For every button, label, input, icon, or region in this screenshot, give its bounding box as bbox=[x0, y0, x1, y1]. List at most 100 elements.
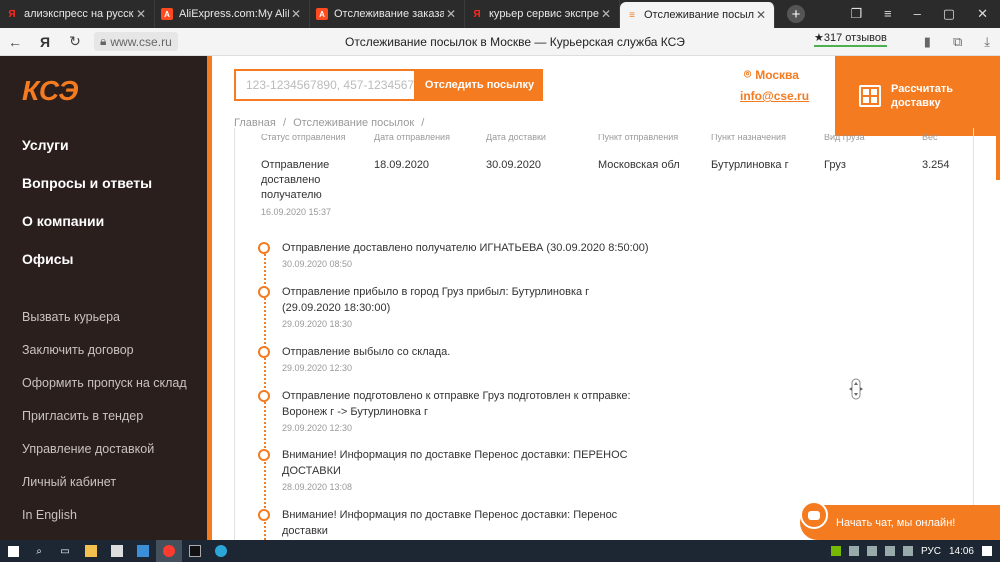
col-delivery-date: Дата доставки bbox=[486, 134, 546, 142]
nav-item-offices[interactable]: Офисы bbox=[22, 250, 152, 288]
url-text: www.cse.ru bbox=[110, 34, 172, 49]
track-parcel-button[interactable]: Отследить посылку bbox=[416, 69, 543, 101]
nvidia-icon[interactable] bbox=[830, 546, 841, 556]
search-icon[interactable]: ⌕ bbox=[26, 540, 52, 562]
tracking-timeline: Отправление доставлено получателю ИГНАТЬ… bbox=[258, 240, 678, 539]
keyboard-layout[interactable]: РУС bbox=[921, 546, 941, 557]
aliexpress-icon: A bbox=[161, 8, 173, 20]
timeline-event: Отправление выбыло со склада. 29.09.2020… bbox=[258, 344, 678, 388]
nav-item-faq[interactable]: Вопросы и ответы bbox=[22, 174, 152, 212]
cse-icon: ≡ bbox=[629, 9, 635, 21]
yandex-browser-icon[interactable] bbox=[156, 540, 182, 562]
browser-tab[interactable]: Я алиэкспресс на русском ✕ bbox=[0, 0, 155, 28]
calc-button-label: Рассчитать доставку bbox=[891, 83, 954, 109]
store-icon[interactable] bbox=[104, 540, 130, 562]
maximize-icon[interactable]: ▢ bbox=[943, 6, 955, 22]
col-destination: Пункт назначения bbox=[711, 134, 786, 142]
close-icon[interactable]: ✕ bbox=[134, 7, 148, 21]
bookmark-icon[interactable]: ▮ bbox=[924, 34, 931, 50]
location-pin-icon: ⌾ bbox=[744, 67, 752, 81]
microphone-icon[interactable] bbox=[884, 546, 895, 556]
event-text: Отправление доставлено получателю ИГНАТЬ… bbox=[282, 242, 649, 254]
calculate-delivery-button[interactable]: Рассчитать доставку bbox=[835, 56, 1000, 136]
close-icon[interactable]: ✕ bbox=[754, 8, 768, 22]
nav-item-services[interactable]: Услуги bbox=[22, 136, 152, 174]
task-view-icon[interactable]: ▭ bbox=[52, 540, 78, 562]
battery-icon[interactable] bbox=[848, 546, 859, 556]
address-bar: ← Я ↻ 🔒︎ www.cse.ru Отслеживание посылок… bbox=[0, 28, 1000, 56]
timeline-dot-icon bbox=[258, 346, 270, 358]
new-tab-button[interactable]: + bbox=[787, 5, 805, 23]
city-label: Москва bbox=[755, 67, 799, 82]
app-icon[interactable] bbox=[182, 540, 208, 562]
nav-item-tender[interactable]: Пригласить в тендер bbox=[22, 407, 197, 426]
event-text: Внимание! Информация по доставке Перенос… bbox=[282, 509, 618, 537]
cell-weight: 3.254 bbox=[922, 159, 950, 171]
clock[interactable]: 14:06 bbox=[949, 546, 974, 557]
extensions-icon[interactable]: ⧉ bbox=[953, 34, 962, 50]
browser-tab[interactable]: Я курьер сервис экспресс ✕ bbox=[465, 0, 620, 28]
file-explorer-icon[interactable] bbox=[78, 540, 104, 562]
reload-icon[interactable]: ↻ bbox=[60, 33, 90, 50]
timeline-event: Отправление подготовлено к отправке Груз… bbox=[258, 388, 678, 447]
volume-icon[interactable] bbox=[902, 546, 913, 556]
col-sent-date: Дата отправления bbox=[374, 134, 450, 142]
back-icon[interactable]: ← bbox=[0, 34, 30, 50]
system-tray: РУС 14:06 bbox=[830, 546, 1000, 557]
timeline-event: Внимание! Информация по доставке Перенос… bbox=[258, 447, 678, 507]
col-weight: Вес bbox=[922, 134, 938, 142]
nav-item-english[interactable]: In English bbox=[22, 506, 197, 525]
aliexpress-icon: A bbox=[316, 8, 328, 20]
sub-nav: Вызвать курьера Заключить договор Оформи… bbox=[22, 308, 197, 539]
tracking-number-input[interactable]: 123-1234567890, 457-123456789 bbox=[234, 69, 416, 101]
event-date: 29.09.2020 12:30 bbox=[282, 363, 353, 373]
cse-logo[interactable]: КСЭ bbox=[22, 76, 122, 106]
page-title: Отслеживание посылок в Москве — Курьерск… bbox=[345, 35, 685, 49]
tab-title: AliExpress.com:My AliExpress bbox=[179, 8, 289, 20]
yandex-home-icon[interactable]: Я bbox=[30, 34, 60, 50]
tab-title: курьер сервис экспресс bbox=[489, 8, 599, 20]
cell-delivery-date: 30.09.2020 bbox=[486, 159, 542, 171]
close-icon[interactable]: ✕ bbox=[289, 7, 303, 21]
col-status: Статус отправления bbox=[261, 134, 346, 142]
mail-icon[interactable] bbox=[130, 540, 156, 562]
chat-button[interactable]: Начать чат, мы онлайн! bbox=[800, 501, 1000, 540]
tab-title: алиэкспресс на русском bbox=[24, 8, 134, 20]
reviews-badge[interactable]: ★317 отзывов bbox=[814, 31, 887, 47]
windows-taskbar: ⌕ ▭ РУС 14:06 bbox=[0, 540, 1000, 562]
network-icon[interactable] bbox=[866, 546, 877, 556]
close-window-icon[interactable]: ✕ bbox=[977, 6, 988, 22]
event-date: 28.09.2020 13:08 bbox=[282, 482, 353, 492]
browser-tab[interactable]: A AliExpress.com:My AliExpress ✕ bbox=[155, 0, 310, 28]
email-link[interactable]: info@cse.ru bbox=[740, 89, 809, 103]
window-controls: ❐ ≡ – ▢ ✕ bbox=[850, 6, 1000, 22]
nav-item-contract[interactable]: Заключить договор bbox=[22, 341, 197, 360]
nav-item-account[interactable]: Личный кабинет bbox=[22, 473, 197, 492]
close-icon[interactable]: ✕ bbox=[599, 7, 613, 21]
event-date: 29.09.2020 12:30 bbox=[282, 423, 353, 433]
event-text: Внимание! Информация по доставке Перенос… bbox=[282, 449, 628, 477]
tabs-icon[interactable]: ❐ bbox=[850, 6, 862, 22]
nav-item-call-courier[interactable]: Вызвать курьера bbox=[22, 308, 197, 327]
browser-tab-active[interactable]: ≡ Отслеживание посылок ✕ bbox=[620, 2, 775, 28]
close-icon[interactable]: ✕ bbox=[444, 7, 458, 21]
minimize-icon[interactable]: – bbox=[914, 6, 921, 22]
status-date: 16.09.2020 15:37 bbox=[261, 207, 332, 217]
nav-item-delivery-management[interactable]: Управление доставкой bbox=[22, 440, 197, 459]
windows-start-icon[interactable] bbox=[0, 540, 26, 562]
event-text: Отправление прибыло в город Груз прибыл:… bbox=[282, 286, 590, 314]
edge-icon[interactable] bbox=[208, 540, 234, 562]
cell-cargo-type: Груз bbox=[824, 159, 846, 171]
url-field[interactable]: 🔒︎ www.cse.ru bbox=[94, 32, 178, 51]
notifications-icon[interactable] bbox=[982, 546, 992, 556]
download-icon[interactable]: ⤓ bbox=[984, 34, 990, 50]
browser-tab[interactable]: A Отслеживание заказа ✕ bbox=[310, 0, 465, 28]
menu-icon[interactable]: ≡ bbox=[884, 6, 892, 22]
nav-item-about[interactable]: О компании bbox=[22, 212, 152, 250]
page-scrollbar[interactable] bbox=[996, 136, 1000, 180]
nav-item-warehouse-pass[interactable]: Оформить пропуск на склад bbox=[22, 374, 197, 393]
city-selector[interactable]: ⌾ Москва bbox=[744, 67, 799, 82]
timeline-dot-icon bbox=[258, 286, 270, 298]
status-text: Отправление доставлено получателю bbox=[261, 159, 330, 201]
tab-title: Отслеживание заказа bbox=[334, 8, 444, 20]
